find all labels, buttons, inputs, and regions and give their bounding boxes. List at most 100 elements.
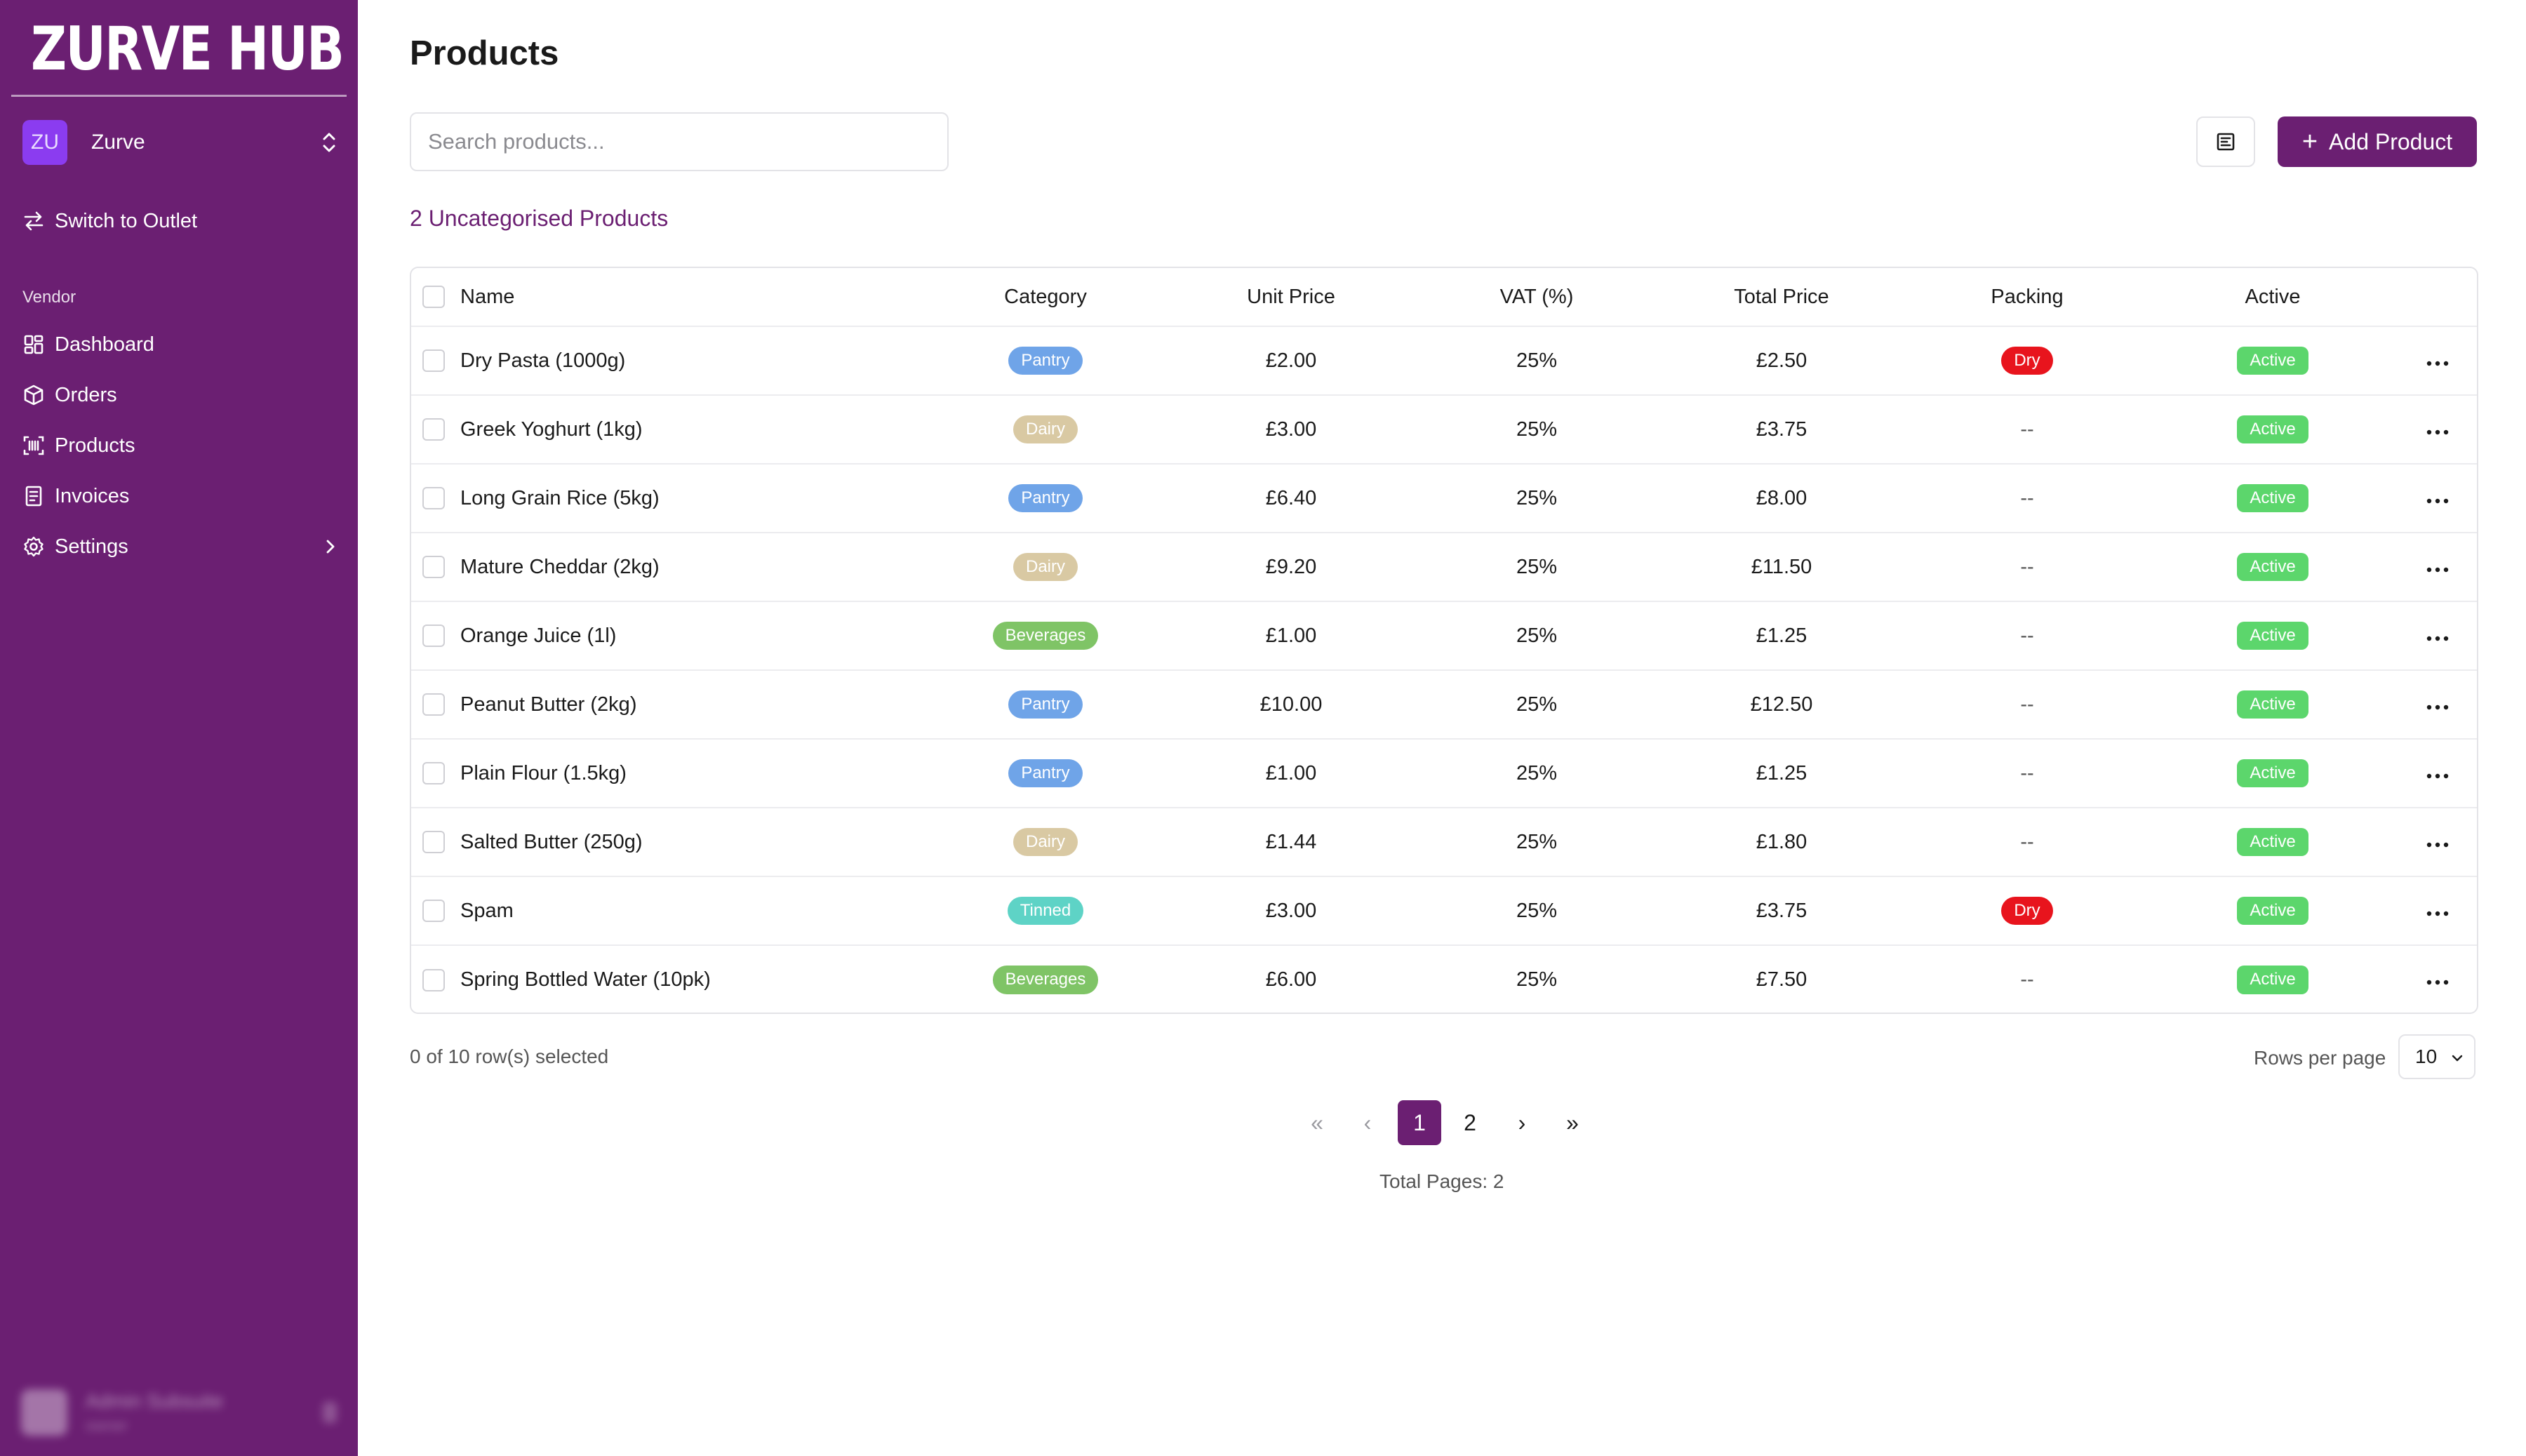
active-cell: Active (2150, 945, 2395, 1013)
more-horizontal-icon[interactable] (2426, 566, 2450, 573)
last-page-button[interactable]: » (1551, 1100, 1594, 1145)
row-checkbox[interactable] (422, 900, 445, 922)
row-select-cell (411, 808, 460, 876)
column-header-packing[interactable]: Packing (1904, 268, 2150, 326)
page-title: Products (410, 34, 559, 72)
table-row[interactable]: Orange Juice (1l) Beverages £1.00 25% £1.25 -… (411, 601, 2477, 670)
table-row[interactable]: Spam Tinned £3.00 25% £3.75 Dry Active (411, 876, 2477, 945)
products-table: Name Category Unit Price VAT (%) Total P… (410, 267, 2478, 1014)
column-header-category[interactable]: Category (923, 268, 1168, 326)
category-badge: Dairy (1013, 552, 1078, 582)
user-role: owner (86, 1417, 128, 1434)
row-checkbox[interactable] (422, 693, 445, 716)
more-horizontal-icon[interactable] (2426, 910, 2450, 917)
packing-empty: -- (2020, 418, 2034, 441)
category-badge: Dairy (1013, 415, 1078, 444)
category-badge: Beverages (992, 621, 1099, 650)
packing-cell: -- (1904, 395, 2150, 464)
category-badge: Pantry (1008, 346, 1083, 375)
row-checkbox[interactable] (422, 487, 445, 509)
first-page-button[interactable]: « (1295, 1100, 1339, 1145)
table-row[interactable]: Peanut Butter (2kg) Pantry £10.00 25% £12.50… (411, 670, 2477, 739)
page-button-1[interactable]: 1 (1398, 1100, 1441, 1145)
more-horizontal-icon[interactable] (2426, 635, 2450, 642)
sidebar: ZURVE HUB ZU Zurve Switch to Outlet Vend… (0, 0, 358, 1456)
category-badge: Tinned (1007, 896, 1084, 926)
more-horizontal-icon[interactable] (2426, 497, 2450, 505)
sidebar-item-products[interactable]: Products (22, 428, 340, 463)
table-row[interactable]: Spring Bottled Water (10pk) Beverages £6.0… (411, 945, 2477, 1013)
brand-logo[interactable]: ZURVE HUB (21, 14, 345, 84)
category-cell: Pantry (923, 464, 1168, 533)
switch-to-outlet-button[interactable]: Switch to Outlet (22, 203, 340, 239)
column-header-unit-price[interactable]: Unit Price (1168, 268, 1415, 326)
status-badge: Active (2237, 483, 2308, 513)
more-horizontal-icon[interactable] (2426, 704, 2450, 711)
org-switcher[interactable]: ZU Zurve (22, 119, 340, 166)
unit-price: £1.44 (1265, 830, 1317, 853)
column-header-active[interactable]: Active (2150, 268, 2395, 326)
more-horizontal-icon[interactable] (2426, 979, 2450, 986)
uncategorised-products-link[interactable]: 2 Uncategorised Products (410, 206, 668, 232)
packing-badge: Dry (2001, 346, 2053, 375)
total-price: £12.50 (1750, 693, 1813, 716)
more-horizontal-icon[interactable] (2426, 429, 2450, 436)
row-actions-cell (2395, 808, 2477, 876)
sidebar-item-dashboard[interactable]: Dashboard (22, 327, 340, 362)
product-name: Orange Juice (1l) (460, 624, 617, 647)
row-checkbox[interactable] (422, 968, 445, 991)
search-input[interactable] (410, 112, 949, 171)
table-row[interactable]: Long Grain Rice (5kg) Pantry £6.40 25% £8.00… (411, 464, 2477, 533)
avatar (21, 1389, 67, 1436)
packing-cell: -- (1904, 945, 2150, 1013)
active-cell: Active (2150, 533, 2395, 601)
product-name: Spring Bottled Water (10pk) (460, 968, 711, 991)
table-row[interactable]: Dry Pasta (1000g) Pantry £2.00 25% £2.50 Dry A… (411, 326, 2477, 395)
table-row[interactable]: Plain Flour (1.5kg) Pantry £1.00 25% £1.25 --… (411, 739, 2477, 808)
category-cell: Pantry (923, 670, 1168, 739)
page-button-2[interactable]: 2 (1448, 1100, 1492, 1145)
row-checkbox[interactable] (422, 625, 445, 647)
packing-cell: -- (1904, 808, 2150, 876)
packing-empty: -- (2020, 761, 2034, 784)
table-row[interactable]: Greek Yoghurt (1kg) Dairy £3.00 25% £3.75 -- A… (411, 395, 2477, 464)
active-cell: Active (2150, 739, 2395, 808)
column-header-name[interactable]: Name (460, 268, 923, 326)
more-horizontal-icon[interactable] (2426, 841, 2450, 848)
packing-cell: Dry (1904, 326, 2150, 395)
more-horizontal-icon[interactable] (2426, 773, 2450, 780)
more-horizontal-icon[interactable] (2426, 360, 2450, 367)
row-checkbox[interactable] (422, 556, 445, 578)
column-header-vat[interactable]: VAT (%) (1415, 268, 1659, 326)
vat-percent: 25% (1516, 349, 1558, 372)
column-view-button[interactable] (2196, 116, 2255, 167)
table-row[interactable]: Mature Cheddar (2kg) Dairy £9.20 25% £11.50 -… (411, 533, 2477, 601)
status-badge: Active (2237, 690, 2308, 719)
vat-percent: 25% (1516, 624, 1558, 647)
sidebar-item-invoices[interactable]: Invoices (22, 479, 340, 514)
add-product-button[interactable]: + Add Product (2278, 116, 2477, 167)
previous-page-button[interactable]: ‹ (1346, 1100, 1389, 1145)
select-all-checkbox[interactable] (422, 286, 445, 308)
row-select-cell (411, 601, 460, 670)
org-name: Zurve (91, 131, 145, 154)
table-row[interactable]: Salted Butter (250g) Dairy £1.44 25% £1.80 --… (411, 808, 2477, 876)
switch-to-outlet-label: Switch to Outlet (55, 209, 198, 232)
column-header-total-price[interactable]: Total Price (1659, 268, 1904, 326)
add-product-label: Add Product (2329, 128, 2453, 154)
row-checkbox[interactable] (422, 831, 445, 853)
table-header-row: Name Category Unit Price VAT (%) Total P… (411, 268, 2477, 326)
user-menu-icon[interactable] (323, 1402, 337, 1423)
status-badge: Active (2237, 759, 2308, 788)
rows-per-page-select[interactable]: 10 (2398, 1034, 2475, 1079)
row-checkbox[interactable] (422, 349, 445, 372)
row-checkbox[interactable] (422, 418, 445, 441)
sidebar-item-settings[interactable]: Settings (22, 529, 340, 564)
user-profile[interactable]: Admin Subsuite owner (21, 1386, 337, 1439)
sidebar-item-orders[interactable]: Orders (22, 378, 340, 413)
status-badge: Active (2237, 896, 2308, 926)
row-checkbox[interactable] (422, 762, 445, 784)
rows-per-page-label: Rows per page (2254, 1047, 2386, 1069)
next-page-button[interactable]: › (1500, 1100, 1544, 1145)
gear-icon (24, 536, 44, 557)
